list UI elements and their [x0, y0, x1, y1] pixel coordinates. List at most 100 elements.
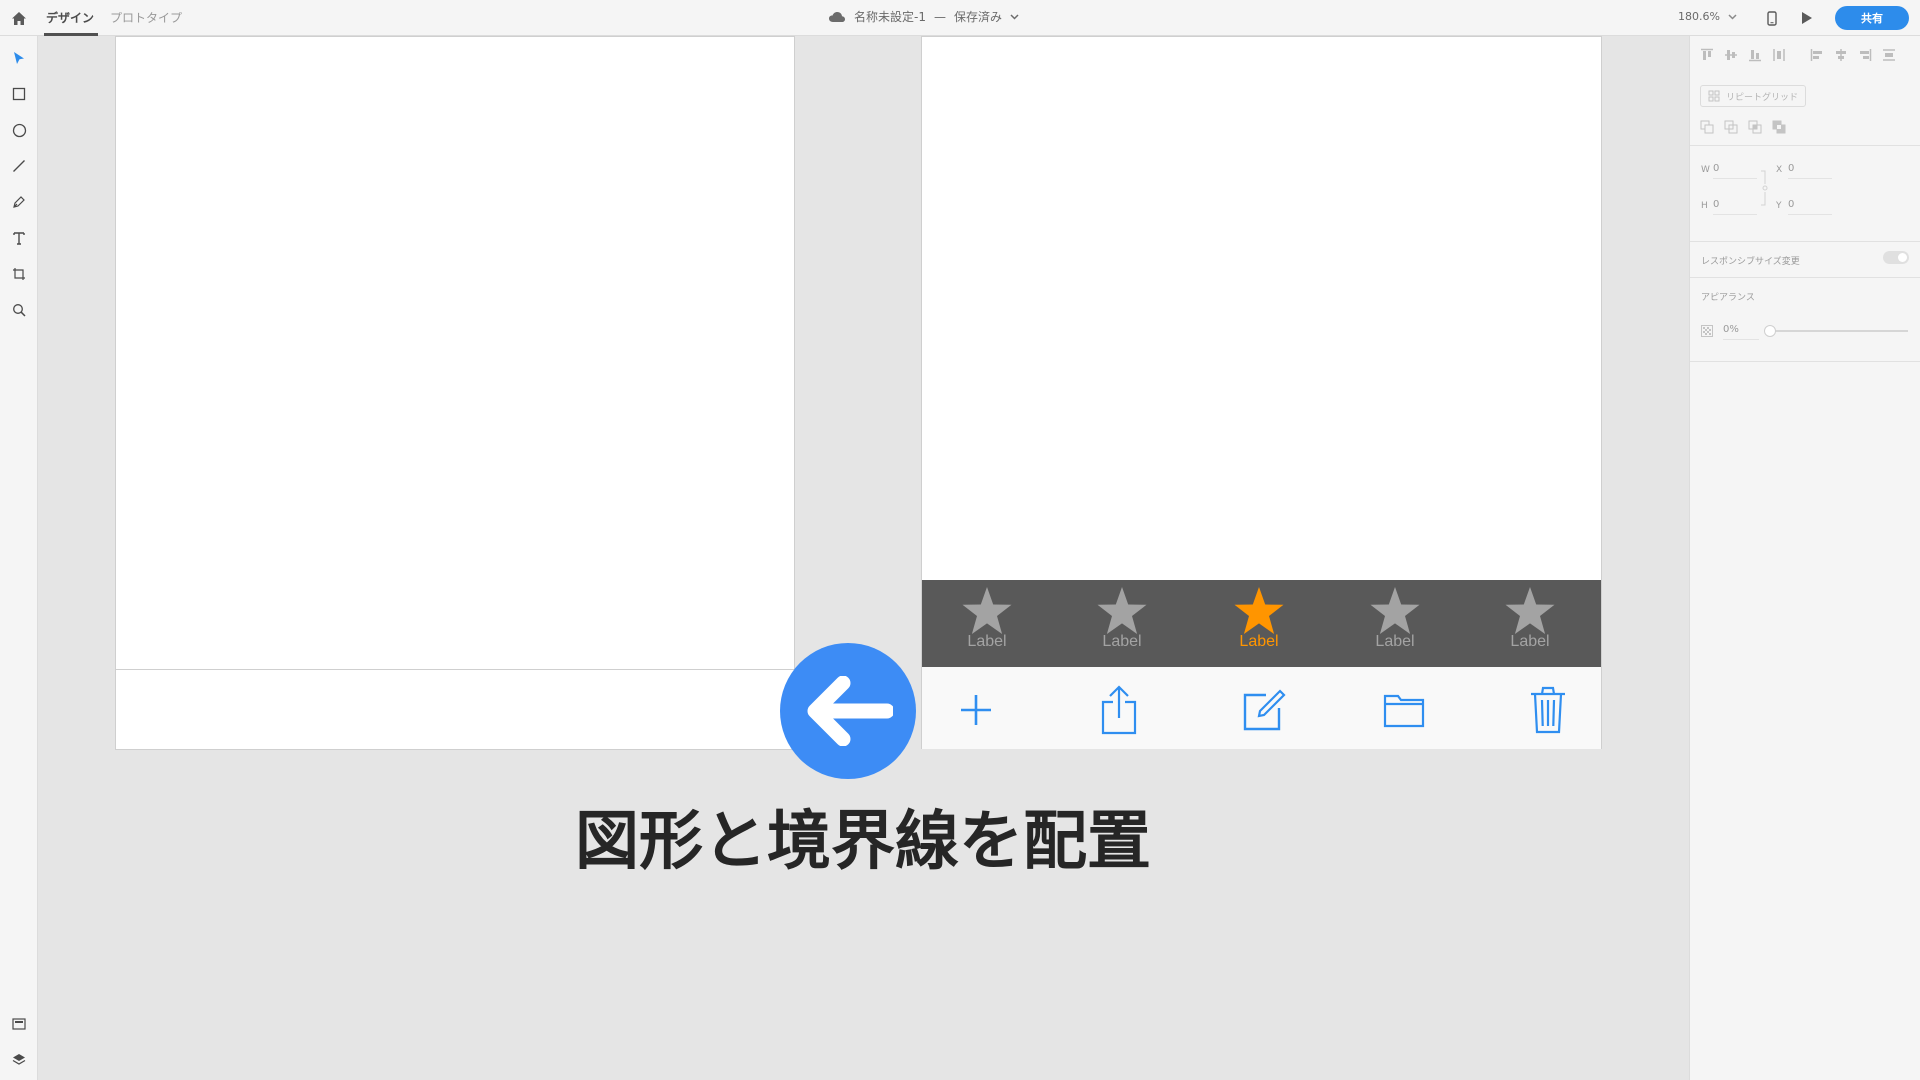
- text-tool[interactable]: [7, 226, 31, 250]
- distribute-vertical-button[interactable]: [1770, 46, 1788, 64]
- star-icon: [1097, 587, 1147, 634]
- active-tab-indicator: [44, 33, 98, 36]
- pen-tool[interactable]: [7, 190, 31, 214]
- align-center-icon: [1836, 49, 1846, 61]
- line-icon: [13, 160, 25, 172]
- arrow-left-icon: [807, 676, 893, 746]
- title-separator: —: [933, 9, 946, 24]
- play-icon: [1802, 12, 1812, 24]
- opacity-slider-thumb[interactable]: [1764, 325, 1776, 337]
- align-right-icon: [1860, 49, 1872, 61]
- rectangle-tool[interactable]: [7, 82, 31, 106]
- layers-button[interactable]: [7, 1048, 31, 1072]
- link-proportions-icon[interactable]: [1760, 168, 1768, 208]
- star-icon: [1234, 587, 1284, 634]
- artboard-icon: [13, 268, 25, 280]
- section-divider: [1690, 241, 1920, 242]
- boolean-subtract-button[interactable]: [1722, 118, 1740, 136]
- text-icon: [13, 232, 25, 245]
- section-divider: [1690, 145, 1920, 146]
- caption-text: 図形と境界線を配置: [575, 805, 1151, 879]
- phone-icon: [1767, 10, 1777, 26]
- opacity-slider-track[interactable]: [1768, 330, 1908, 332]
- folder-icon: [1383, 694, 1425, 728]
- assets-button[interactable]: [7, 1012, 31, 1036]
- assets-icon: [12, 1018, 26, 1030]
- bottom-toolbar: [922, 667, 1601, 749]
- responsive-resize-label: レスポンシブサイズ変更: [1701, 257, 1800, 267]
- align-center-button[interactable]: [1832, 46, 1850, 64]
- width-label: W: [1701, 165, 1710, 175]
- artboard-right[interactable]: Label Label Label Label Label: [921, 36, 1602, 749]
- align-bottom-icon: [1749, 50, 1761, 62]
- preview-button[interactable]: [1797, 8, 1817, 28]
- home-button[interactable]: [8, 7, 30, 29]
- section-divider: [1690, 361, 1920, 362]
- trash-icon: [1531, 686, 1565, 734]
- document-name: 名称未設定-1: [854, 10, 926, 24]
- y-field[interactable]: 0: [1788, 199, 1832, 215]
- tab-bar-item[interactable]: Label: [947, 580, 1027, 667]
- select-tool[interactable]: [7, 46, 31, 70]
- distribute-horizontal-button[interactable]: [1880, 46, 1898, 64]
- tab-bar-item[interactable]: Label: [1082, 580, 1162, 667]
- artboard-tool[interactable]: [7, 262, 31, 286]
- boolean-intersect-button[interactable]: [1746, 118, 1764, 136]
- align-middle-button[interactable]: [1722, 46, 1740, 64]
- boolean-intersect-icon: [1748, 120, 1762, 134]
- width-field[interactable]: 0: [1713, 163, 1757, 179]
- share-button[interactable]: 共有: [1835, 6, 1909, 30]
- tab-bar-item[interactable]: Label: [1490, 580, 1570, 667]
- repeat-grid-button[interactable]: リピートグリッド: [1700, 85, 1806, 107]
- tools-toolbar: [0, 36, 38, 1080]
- tab-bar-label: Label: [1239, 633, 1279, 650]
- align-right-button[interactable]: [1856, 46, 1874, 64]
- opacity-field[interactable]: 0%: [1723, 324, 1759, 340]
- rectangle-icon: [12, 87, 26, 101]
- tab-bar-item[interactable]: Label: [1355, 580, 1435, 667]
- appearance-label: アピアランス: [1701, 293, 1755, 303]
- ellipse-tool[interactable]: [7, 118, 31, 142]
- zoom-value: 180.6%: [1678, 10, 1720, 23]
- add-button[interactable]: [952, 685, 1000, 735]
- zoom-level-dropdown[interactable]: 180.6%: [1678, 10, 1737, 23]
- zoom-tool[interactable]: [7, 298, 31, 322]
- compose-button[interactable]: [1240, 685, 1288, 735]
- share-action-button[interactable]: [1095, 685, 1143, 735]
- align-bottom-button[interactable]: [1746, 46, 1764, 64]
- boolean-add-button[interactable]: [1698, 118, 1716, 136]
- align-left-icon: [1810, 49, 1822, 61]
- trash-button[interactable]: [1524, 685, 1572, 735]
- folder-button[interactable]: [1380, 685, 1428, 735]
- ellipse-icon: [12, 123, 26, 137]
- home-icon: [12, 11, 26, 25]
- height-field[interactable]: 0: [1713, 199, 1757, 215]
- save-status: 保存済み: [953, 10, 1002, 24]
- line-tool[interactable]: [7, 154, 31, 178]
- tab-bar-label: Label: [1102, 633, 1142, 650]
- boolean-subtract-icon: [1724, 120, 1738, 134]
- tab-prototype[interactable]: プロトタイプ: [110, 9, 182, 26]
- pen-icon: [13, 196, 25, 208]
- height-label: H: [1701, 201, 1708, 211]
- cloud-icon: [829, 11, 845, 22]
- boolean-exclude-button[interactable]: [1770, 118, 1788, 136]
- repeat-grid-icon: [1708, 90, 1720, 102]
- top-bar: デザイン プロトタイプ 名称未設定-1 — 保存済み 180.6% 共有: [0, 0, 1920, 36]
- artboard-left[interactable]: [115, 36, 795, 750]
- align-left-button[interactable]: [1808, 46, 1826, 64]
- align-top-button[interactable]: [1698, 46, 1716, 64]
- device-preview-button[interactable]: [1762, 8, 1782, 28]
- select-icon: [14, 52, 24, 64]
- tab-design[interactable]: デザイン: [46, 9, 94, 26]
- tab-bar-item-active[interactable]: Label: [1219, 580, 1299, 667]
- left-arrow-badge: [780, 643, 916, 779]
- repeat-grid-label: リピートグリッド: [1726, 92, 1799, 103]
- responsive-resize-toggle[interactable]: [1883, 251, 1909, 264]
- x-field[interactable]: 0: [1788, 163, 1832, 179]
- document-title[interactable]: 名称未設定-1 — 保存済み: [828, 8, 1019, 25]
- add-icon: [961, 695, 991, 725]
- tab-bar-label: Label: [1510, 633, 1550, 650]
- property-inspector: リピートグリッド W 0 X 0 H 0 Y 0 レスポンシブサイズ変更 アピア…: [1689, 36, 1920, 1080]
- opacity-icon: [1701, 325, 1713, 337]
